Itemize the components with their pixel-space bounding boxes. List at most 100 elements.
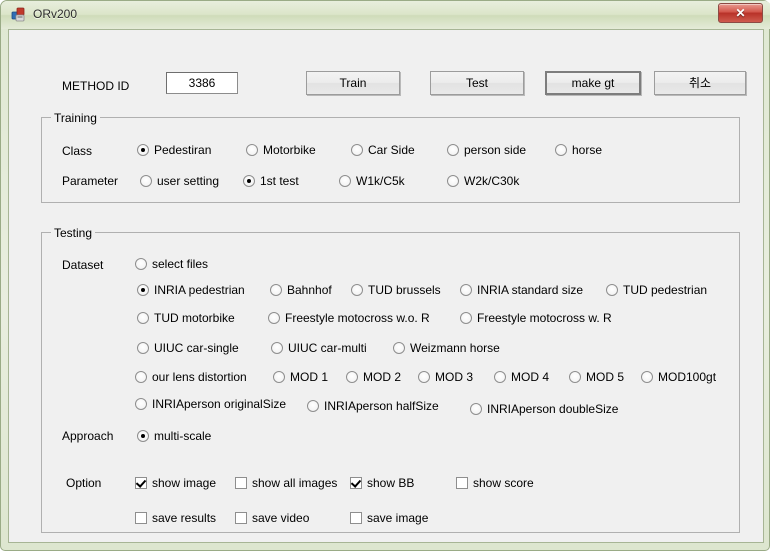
radio-icon bbox=[346, 371, 358, 383]
radio-icon bbox=[137, 342, 149, 354]
checkbox-icon bbox=[350, 477, 362, 489]
radio-dataset-uiuc-car-single[interactable]: UIUC car-single bbox=[137, 341, 239, 355]
checkbox-show-score[interactable]: show score bbox=[456, 476, 534, 490]
radio-icon bbox=[137, 312, 149, 324]
checkbox-show-all-images[interactable]: show all images bbox=[235, 476, 337, 490]
radio-dataset-inriaperson-originalsize[interactable]: INRIAperson originalSize bbox=[135, 397, 286, 411]
radio-label: TUD pedestrian bbox=[623, 283, 708, 297]
radio-icon bbox=[641, 371, 653, 383]
cancel-button[interactable]: 취소 bbox=[654, 71, 746, 95]
radio-dataset-inriaperson-doublesize[interactable]: INRIAperson doubleSize bbox=[470, 402, 618, 416]
radio-dataset-our-lens-distortion[interactable]: our lens distortion bbox=[135, 370, 247, 384]
radio-icon bbox=[135, 371, 147, 383]
radio-icon bbox=[307, 400, 319, 412]
radio-icon bbox=[273, 371, 285, 383]
close-button[interactable]: ✕ bbox=[718, 3, 763, 23]
make-gt-button[interactable]: make gt bbox=[545, 71, 641, 95]
application-window: ORv200 ✕ METHOD ID 3386 Train Test make … bbox=[0, 0, 770, 551]
radio-icon bbox=[447, 144, 459, 156]
radio-icon bbox=[351, 284, 363, 296]
radio-dataset-select-files[interactable]: select files bbox=[135, 257, 208, 271]
radio-dataset-inria-pedestrian[interactable]: INRIA pedestrian bbox=[137, 283, 245, 297]
class-row-label: Class bbox=[62, 144, 93, 158]
test-button[interactable]: Test bbox=[430, 71, 524, 95]
radio-parameter-user-setting[interactable]: user setting bbox=[140, 174, 219, 188]
radio-icon bbox=[339, 175, 351, 187]
radio-dataset-uiuc-car-multi[interactable]: UIUC car-multi bbox=[271, 341, 367, 355]
radio-icon bbox=[135, 258, 147, 270]
method-id-input[interactable]: 3386 bbox=[166, 72, 238, 94]
radio-icon bbox=[268, 312, 280, 324]
radio-label: MOD 1 bbox=[290, 370, 329, 384]
radio-dataset-mod-1[interactable]: MOD 1 bbox=[273, 370, 328, 384]
radio-dataset-bahnhof[interactable]: Bahnhof bbox=[270, 283, 332, 297]
checkbox-label: save video bbox=[252, 511, 310, 525]
radio-dataset-tud-pedestrian[interactable]: TUD pedestrian bbox=[606, 283, 707, 297]
train-button[interactable]: Train bbox=[306, 71, 400, 95]
radio-label: UIUC car-multi bbox=[288, 341, 367, 355]
radio-dataset-freestyle-motocross-w-r[interactable]: Freestyle motocross w. R bbox=[460, 311, 612, 325]
radio-class-pedestiran[interactable]: Pedestiran bbox=[137, 143, 211, 157]
checkbox-label: show score bbox=[473, 476, 534, 490]
radio-dataset-mod100gt[interactable]: MOD100gt bbox=[641, 370, 716, 384]
checkbox-save-image[interactable]: save image bbox=[350, 511, 428, 525]
checkbox-icon bbox=[350, 512, 362, 524]
radio-class-car-side[interactable]: Car Side bbox=[351, 143, 415, 157]
radio-dataset-inriaperson-halfsize[interactable]: INRIAperson halfSize bbox=[307, 399, 439, 413]
checkbox-icon bbox=[456, 477, 468, 489]
radio-label: 1st test bbox=[260, 174, 299, 188]
checkbox-icon bbox=[235, 512, 247, 524]
radio-icon bbox=[447, 175, 459, 187]
radio-icon bbox=[606, 284, 618, 296]
radio-class-horse[interactable]: horse bbox=[555, 143, 602, 157]
radio-dataset-weizmann-horse[interactable]: Weizmann horse bbox=[393, 341, 500, 355]
radio-dataset-mod-5[interactable]: MOD 5 bbox=[569, 370, 624, 384]
checkbox-save-results[interactable]: save results bbox=[135, 511, 216, 525]
radio-dataset-mod-2[interactable]: MOD 2 bbox=[346, 370, 401, 384]
radio-label: MOD 3 bbox=[435, 370, 474, 384]
radio-label: INRIA standard size bbox=[477, 283, 584, 297]
radio-label: TUD motorbike bbox=[154, 311, 235, 325]
radio-label: multi-scale bbox=[154, 429, 212, 443]
radio-dataset-inria-standard-size[interactable]: INRIA standard size bbox=[460, 283, 583, 297]
radio-icon bbox=[137, 430, 149, 442]
radio-dataset-mod-3[interactable]: MOD 3 bbox=[418, 370, 473, 384]
radio-label: MOD100gt bbox=[658, 370, 717, 384]
radio-label: Car Side bbox=[368, 143, 415, 157]
radio-class-motorbike[interactable]: Motorbike bbox=[246, 143, 316, 157]
radio-icon bbox=[569, 371, 581, 383]
radio-label: person side bbox=[464, 143, 527, 157]
radio-class-person-side[interactable]: person side bbox=[447, 143, 526, 157]
checkbox-save-video[interactable]: save video bbox=[235, 511, 309, 525]
approach-row-label: Approach bbox=[62, 429, 114, 443]
radio-dataset-tud-brussels[interactable]: TUD brussels bbox=[351, 283, 441, 297]
radio-label: INRIAperson doubleSize bbox=[487, 402, 619, 416]
radio-icon bbox=[393, 342, 405, 354]
radio-label: select files bbox=[152, 257, 209, 271]
radio-dataset-freestyle-motocross-wo-r[interactable]: Freestyle motocross w.o. R bbox=[268, 311, 430, 325]
radio-dataset-mod-4[interactable]: MOD 4 bbox=[494, 370, 549, 384]
option-row-label: Option bbox=[66, 476, 102, 490]
checkbox-show-image[interactable]: show image bbox=[135, 476, 216, 490]
radio-parameter-1st-test[interactable]: 1st test bbox=[243, 174, 299, 188]
training-groupbox-title: Training bbox=[51, 111, 100, 125]
checkbox-label: show BB bbox=[367, 476, 415, 490]
radio-label: INRIA pedestrian bbox=[154, 283, 245, 297]
radio-parameter-w2k-c30k[interactable]: W2k/C30k bbox=[447, 174, 519, 188]
title-bar: ORv200 ✕ bbox=[1, 1, 770, 29]
radio-icon bbox=[418, 371, 430, 383]
checkbox-show-bb[interactable]: show BB bbox=[350, 476, 414, 490]
checkbox-label: save image bbox=[367, 511, 429, 525]
radio-label: Weizmann horse bbox=[410, 341, 500, 355]
radio-dataset-tud-motorbike[interactable]: TUD motorbike bbox=[137, 311, 235, 325]
client-area: METHOD ID 3386 Train Test make gt 취소 Tra… bbox=[8, 29, 764, 543]
radio-label: MOD 2 bbox=[363, 370, 402, 384]
radio-label: W2k/C30k bbox=[464, 174, 520, 188]
testing-groupbox-title: Testing bbox=[51, 226, 96, 240]
checkbox-label: show all images bbox=[252, 476, 338, 490]
radio-label: INRIAperson originalSize bbox=[152, 397, 287, 411]
radio-icon bbox=[246, 144, 258, 156]
radio-parameter-w1k-c5k[interactable]: W1k/C5k bbox=[339, 174, 405, 188]
radio-approach-multi-scale[interactable]: multi-scale bbox=[137, 429, 211, 443]
radio-icon bbox=[351, 144, 363, 156]
